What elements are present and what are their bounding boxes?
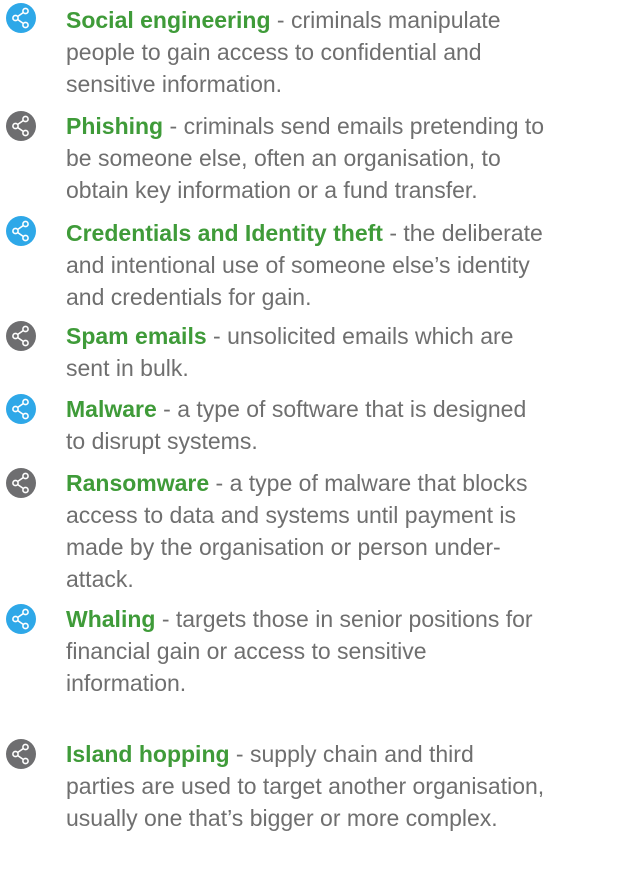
description-text: financial gain or access to sensitive xyxy=(66,638,427,664)
threat-description: Spam emails - unsolicited emails which a… xyxy=(66,320,621,384)
threat-description: Island hopping - supply chain and third p… xyxy=(66,738,621,834)
description-text: - the deliberate xyxy=(382,220,543,246)
description-line: access to data and systems until payment… xyxy=(66,499,621,531)
description-line: parties are used to target another organ… xyxy=(66,770,621,802)
description-text: people to gain access to confidential an… xyxy=(66,39,482,65)
description-line: Whaling - targets those in senior positi… xyxy=(66,603,621,635)
threat-description: Phishing - criminals send emails pretend… xyxy=(66,110,621,206)
description-text: - supply chain and third xyxy=(229,741,474,767)
share-icon xyxy=(6,3,36,33)
share-icon xyxy=(6,216,36,246)
threat-description: Credentials and Identity theft - the del… xyxy=(66,217,621,313)
description-text: access to data and systems until payment… xyxy=(66,502,516,528)
description-line: sent in bulk. xyxy=(66,352,621,384)
description-line: Phishing - criminals send emails pretend… xyxy=(66,110,621,142)
description-text: be someone else, often an organisation, … xyxy=(66,145,501,171)
threat-description: Social engineering - criminals manipulat… xyxy=(66,4,621,100)
threat-term: Island hopping xyxy=(66,741,230,767)
share-icon xyxy=(6,321,36,351)
description-text: - unsolicited emails which are xyxy=(206,323,514,349)
description-text: obtain key information or a fund transfe… xyxy=(66,177,478,203)
description-text: parties are used to target another organ… xyxy=(66,773,545,799)
description-line: Social engineering - criminals manipulat… xyxy=(66,4,621,36)
threat-term: Phishing xyxy=(66,113,164,139)
share-icon xyxy=(6,604,36,634)
description-line: usually one that’s bigger or more comple… xyxy=(66,802,621,834)
description-line: attack. xyxy=(66,563,621,595)
description-line: Ransomware - a type of malware that bloc… xyxy=(66,467,621,499)
description-line: and credentials for gain. xyxy=(66,281,621,313)
share-icon xyxy=(6,111,36,141)
description-text: attack. xyxy=(66,566,134,592)
description-line: people to gain access to confidential an… xyxy=(66,36,621,68)
description-text: sent in bulk. xyxy=(66,355,189,381)
description-line: financial gain or access to sensitive xyxy=(66,635,621,667)
description-text: and credentials for gain. xyxy=(66,284,312,310)
description-line: Malware - a type of software that is des… xyxy=(66,393,621,425)
description-text: - criminals send emails pretending to xyxy=(163,113,545,139)
description-text: to disrupt systems. xyxy=(66,428,258,454)
description-line: Island hopping - supply chain and third xyxy=(66,738,621,770)
threat-term: Malware xyxy=(66,396,157,422)
threat-description: Ransomware - a type of malware that bloc… xyxy=(66,467,621,595)
share-icon xyxy=(6,468,36,498)
threat-term: Whaling xyxy=(66,606,156,632)
threat-term: Credentials and Identity theft xyxy=(66,220,383,246)
description-text: information. xyxy=(66,670,187,696)
share-icon xyxy=(6,394,36,424)
description-line: sensitive information. xyxy=(66,68,621,100)
threat-term: Ransomware xyxy=(66,470,210,496)
description-line: Credentials and Identity theft - the del… xyxy=(66,217,621,249)
description-line: to disrupt systems. xyxy=(66,425,621,457)
threat-description: Malware - a type of software that is des… xyxy=(66,393,621,457)
threat-description: Whaling - targets those in senior positi… xyxy=(66,603,621,699)
description-text: sensitive information. xyxy=(66,71,283,97)
description-line: information. xyxy=(66,667,621,699)
description-text: - a type of software that is designed xyxy=(156,396,527,422)
description-text: and intentional use of someone else’s id… xyxy=(66,252,530,278)
description-text: - criminals manipulate xyxy=(270,7,501,33)
description-line: be someone else, often an organisation, … xyxy=(66,142,621,174)
share-icon xyxy=(6,739,36,769)
description-line: and intentional use of someone else’s id… xyxy=(66,249,621,281)
description-line: obtain key information or a fund transfe… xyxy=(66,174,621,206)
description-line: made by the organisation or person under… xyxy=(66,531,621,563)
threat-term: Spam emails xyxy=(66,323,207,349)
description-text: - targets those in senior positions for xyxy=(155,606,533,632)
description-line: Spam emails - unsolicited emails which a… xyxy=(66,320,621,352)
description-text: made by the organisation or person under… xyxy=(66,534,501,560)
description-text: usually one that’s bigger or more comple… xyxy=(66,805,498,831)
description-text: - a type of malware that blocks xyxy=(209,470,528,496)
threat-term: Social engineering xyxy=(66,7,271,33)
